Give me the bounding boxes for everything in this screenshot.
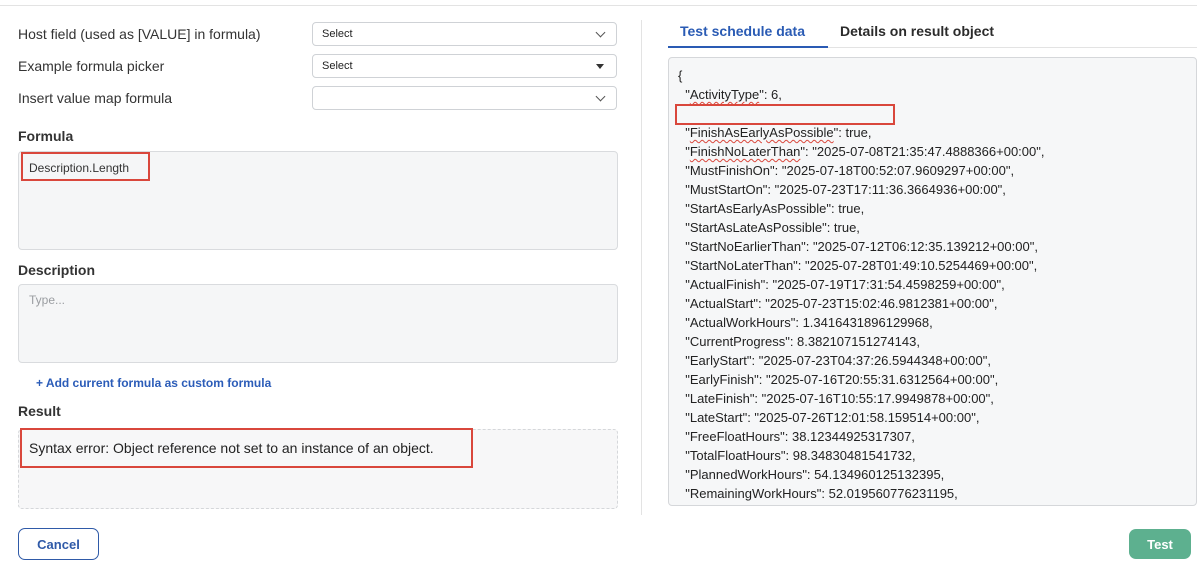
json-line (678, 104, 1044, 123)
result-text: Syntax error: Object reference not set t… (29, 440, 434, 456)
example-formula-select-value: Select (322, 60, 353, 72)
json-line: "ActivityType": 6, (678, 87, 782, 102)
json-line: "FinishNoLaterThan": "2025-07-08T21:35:4… (678, 144, 1045, 159)
cancel-button[interactable]: Cancel (18, 528, 99, 560)
host-field-select-value: Select (322, 28, 353, 40)
example-formula-label: Example formula picker (18, 58, 165, 74)
description-title: Description (18, 262, 96, 278)
json-line: "ActualStart": "2025-07-23T15:02:46.9812… (678, 296, 998, 311)
formula-text: Description.Length (29, 161, 130, 175)
description-placeholder: Type... (29, 293, 66, 307)
tab-test-schedule-data[interactable]: Test schedule data (680, 22, 805, 40)
active-tab-indicator (668, 46, 828, 48)
result-box: Syntax error: Object reference not set t… (18, 429, 618, 509)
json-line: "LateFinish": "2025-07-16T10:55:17.99498… (678, 391, 994, 406)
value-map-label: Insert value map formula (18, 90, 173, 106)
json-content: { "ActivityType": 6, "FinishAsEarlyAsPos… (678, 66, 1044, 503)
host-field-label: Host field (used as [VALUE] in formula) (18, 26, 261, 42)
test-button[interactable]: Test (1129, 529, 1191, 559)
json-line: "LateStart": "2025-07-26T12:01:58.159514… (678, 410, 980, 425)
description-field[interactable]: Type... (18, 284, 618, 363)
host-field-select[interactable]: Select (312, 22, 617, 46)
json-line: "StartAsEarlyAsPossible": true, (678, 201, 865, 216)
example-formula-select[interactable]: Select (312, 54, 617, 78)
add-custom-formula-link[interactable]: + Add current formula as custom formula (36, 376, 271, 390)
caret-down-icon (596, 64, 604, 69)
json-line: "ActualWorkHours": 1.3416431896129968, (678, 315, 933, 330)
json-line: "EarlyFinish": "2025-07-16T20:55:31.6312… (678, 372, 999, 387)
top-divider (0, 5, 1197, 6)
json-line: "EarlyStart": "2025-07-23T04:37:26.59443… (678, 353, 991, 368)
json-line: "StartNoEarlierThan": "2025-07-12T06:12:… (678, 239, 1038, 254)
chevron-down-icon (595, 27, 606, 38)
tab-details-result-object[interactable]: Details on result object (840, 22, 994, 40)
json-line: "MustFinishOn": "2025-07-18T00:52:07.960… (678, 163, 1015, 178)
json-line: "StartAsLateAsPossible": true, (678, 220, 860, 235)
json-line: "FinishAsEarlyAsPossible": true, (678, 125, 872, 140)
json-line: "ActualFinish": "2025-07-19T17:31:54.459… (678, 277, 1005, 292)
json-line: "FreeFloatHours": 38.12344925317307, (678, 429, 915, 444)
json-line: "MustStartOn": "2025-07-23T17:11:36.3664… (678, 182, 1006, 197)
json-line: { (678, 68, 683, 83)
result-title: Result (18, 403, 61, 419)
json-line: "TotalFloatHours": 98.34830481541732, (678, 448, 916, 463)
json-line: "StartNoLaterThan": "2025-07-28T01:49:10… (678, 258, 1038, 273)
formula-title: Formula (18, 128, 74, 144)
value-map-select[interactable] (312, 86, 617, 110)
json-line: "RemainingWorkHours": 52.019560776231195… (678, 486, 958, 501)
test-data-json-viewer[interactable]: { "ActivityType": 6, "FinishAsEarlyAsPos… (668, 57, 1197, 506)
formula-editor[interactable]: Description.Length (18, 151, 618, 250)
json-line: "PlannedWorkHours": 54.134960125132395, (678, 467, 945, 482)
chevron-down-icon (595, 91, 606, 102)
panel-divider (641, 20, 642, 515)
json-line: "CurrentProgress": 8.382107151274143, (678, 334, 920, 349)
